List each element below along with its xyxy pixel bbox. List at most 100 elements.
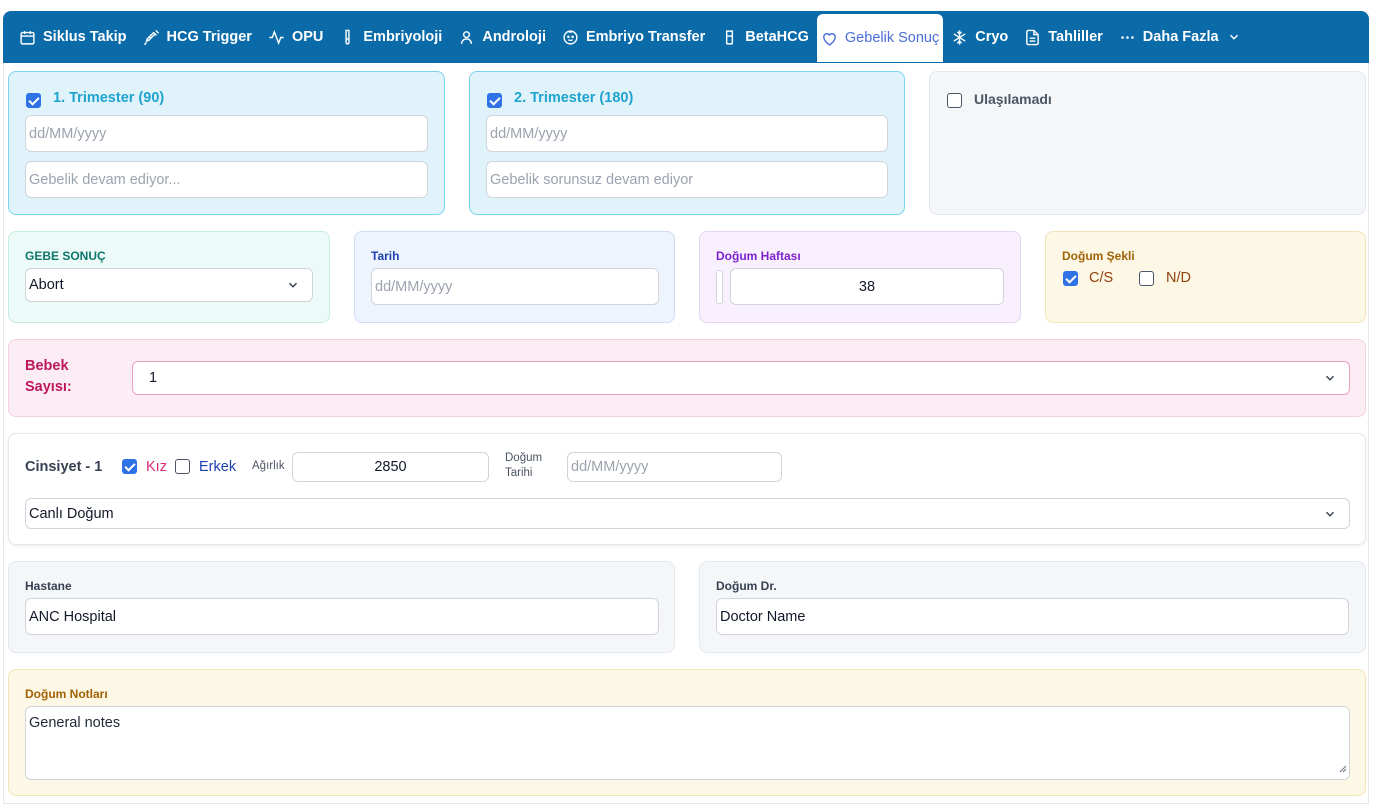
tab-embriyoloji[interactable]: Embriyoloji (331, 13, 450, 61)
hospital-label: Hastane (25, 579, 72, 593)
date-input[interactable]: dd/MM/yyyy (371, 268, 659, 305)
unreachable-card: Ulaşılamadı (929, 71, 1366, 215)
weight-value: 2850 (374, 459, 407, 475)
trimester1-note-input[interactable]: Gebelik devam ediyor... (25, 161, 428, 198)
chevron-down-icon (1227, 30, 1241, 44)
hospital-value: ANC Hospital (29, 608, 117, 625)
tab-hcg-trigger[interactable]: HCG Trigger (135, 13, 260, 61)
birth-week-label: Doğum Haftası (716, 249, 801, 263)
tab-label: Embriyo Transfer (585, 29, 706, 45)
date-card: Tarih dd/MM/yyyy (354, 231, 675, 323)
birth-type-card: Doğum Şekli C/S N/D (1045, 231, 1366, 323)
trimester1-date-input[interactable]: dd/MM/yyyy (25, 115, 428, 152)
snowflake-icon (951, 29, 968, 46)
beaker-icon (721, 29, 738, 46)
chevron-down-icon (1323, 371, 1337, 385)
top-nav: Siklus Takip HCG Trigger OPU Embriyoloji… (3, 11, 1369, 63)
girl-checkbox[interactable] (122, 459, 137, 474)
page: Siklus Takip HCG Trigger OPU Embriyoloji… (0, 0, 1384, 808)
user-icon (458, 29, 475, 46)
tab-cryo[interactable]: Cryo (943, 13, 1016, 61)
boy-checkbox[interactable] (175, 459, 190, 474)
doctor-value: Doctor Name (720, 608, 806, 625)
cs-checkbox[interactable] (1063, 271, 1078, 286)
tab-tahliller[interactable]: Tahliller (1016, 13, 1111, 61)
doctor-label: Doğum Dr. (716, 579, 777, 593)
trimester2-note-input[interactable]: Gebelik sorunsuz devam ediyor (486, 161, 888, 198)
tab-label: Cryo (975, 29, 1009, 45)
heart-icon (821, 30, 838, 47)
more-icon (1119, 29, 1136, 46)
tab-label: Androloji (482, 29, 546, 45)
birth-week-stepper-handle[interactable] (716, 270, 723, 304)
trimester2-card: 2. Trimester (180) dd/MM/yyyy Gebelik so… (469, 71, 905, 215)
result-label: GEBE SONUÇ (25, 249, 106, 263)
tab-label: Siklus Takip (43, 29, 127, 45)
tab-betahcg[interactable]: BetaHCG (713, 13, 817, 61)
girl-label: Kız (146, 459, 167, 475)
tab-opu[interactable]: OPU (260, 13, 331, 61)
baby1-birth-date-input[interactable]: dd/MM/yyyy (567, 452, 782, 482)
tab-daha-fazla[interactable]: Daha Fazla (1111, 13, 1249, 61)
result-value: Abort (29, 277, 64, 293)
activity-icon (268, 29, 285, 46)
nd-checkbox[interactable] (1139, 271, 1154, 286)
boy-label: Erkek (199, 459, 237, 475)
notes-label: Doğum Notları (25, 687, 108, 701)
tab-label: Daha Fazla (1142, 29, 1219, 45)
baby-icon (562, 29, 579, 46)
notes-textarea[interactable]: General notes (25, 706, 1350, 780)
baby-count-label-line1: Bebek (25, 358, 69, 374)
baby1-gender-label: Cinsiyet - 1 (25, 459, 103, 475)
baby-count-value: 1 (149, 370, 158, 386)
cs-label: C/S (1089, 270, 1114, 286)
birth-type-label: Doğum Şekli (1062, 249, 1135, 263)
tab-label: Tahliller (1048, 29, 1103, 45)
trimester2-date-input[interactable]: dd/MM/yyyy (486, 115, 888, 152)
tab-label: OPU (291, 29, 324, 45)
hospital-card: Hastane ANC Hospital (8, 561, 675, 653)
birth-date-label-line2: Tarihi (505, 467, 533, 479)
doctor-input[interactable]: Doctor Name (716, 598, 1349, 635)
unreachable-checkbox[interactable] (947, 93, 962, 108)
baby1-card: Cinsiyet - 1 Kız Erkek Ağırlık 2850 Doğu… (8, 433, 1366, 545)
baby1-outcome-value: Canlı Doğum (29, 505, 114, 522)
date-label: Tarih (371, 249, 400, 263)
notes-card: Doğum Notları General notes (8, 669, 1366, 796)
tab-label: HCG Trigger (166, 29, 252, 45)
weight-input[interactable]: 2850 (292, 452, 489, 482)
birth-week-input[interactable]: 38 (730, 268, 1004, 305)
chevron-down-icon (286, 278, 300, 292)
tab-embriyo-transfer[interactable]: Embriyo Transfer (554, 13, 713, 61)
birth-week-value: 38 (858, 278, 876, 295)
baby-count-card: Bebek Sayısı: 1 (8, 339, 1366, 417)
trimester1-label: 1. Trimester (90) (53, 90, 165, 106)
trimester2-label: 2. Trimester (180) (514, 90, 634, 106)
tab-label: BetaHCG (745, 29, 809, 45)
result-select[interactable]: Abort (25, 268, 313, 302)
trimester1-checkbox[interactable] (26, 93, 41, 108)
tab-androloji[interactable]: Androloji (450, 13, 554, 61)
notes-value: General notes (29, 715, 121, 731)
birth-week-card: Doğum Haftası 38 (699, 231, 1021, 323)
doctor-card: Doğum Dr. Doctor Name (699, 561, 1366, 653)
result-card: GEBE SONUÇ Abort (8, 231, 330, 323)
baby-count-label-line2: Sayısı: (25, 379, 72, 395)
baby-count-select[interactable]: 1 (132, 361, 1350, 395)
test-tube-icon (339, 29, 356, 46)
birth-date-label-line1: Doğum (505, 452, 543, 464)
calendar-icon (19, 29, 36, 46)
hospital-input[interactable]: ANC Hospital (25, 598, 659, 635)
tab-gebelik-sonuc[interactable]: Gebelik Sonuç (816, 14, 944, 62)
chevron-down-icon (1323, 507, 1337, 521)
tab-label: Embriyoloji (363, 29, 443, 45)
trimester2-checkbox[interactable] (487, 93, 502, 108)
syringe-icon (143, 29, 160, 46)
resize-handle-icon[interactable] (1337, 761, 1347, 777)
baby1-outcome-select[interactable]: Canlı Doğum (25, 498, 1350, 529)
tab-siklus-takip[interactable]: Siklus Takip (11, 13, 135, 61)
nd-label: N/D (1166, 270, 1191, 286)
trimester1-card: 1. Trimester (90) dd/MM/yyyy Gebelik dev… (8, 71, 445, 215)
document-icon (1024, 29, 1041, 46)
weight-label: Ağırlık (252, 460, 285, 472)
